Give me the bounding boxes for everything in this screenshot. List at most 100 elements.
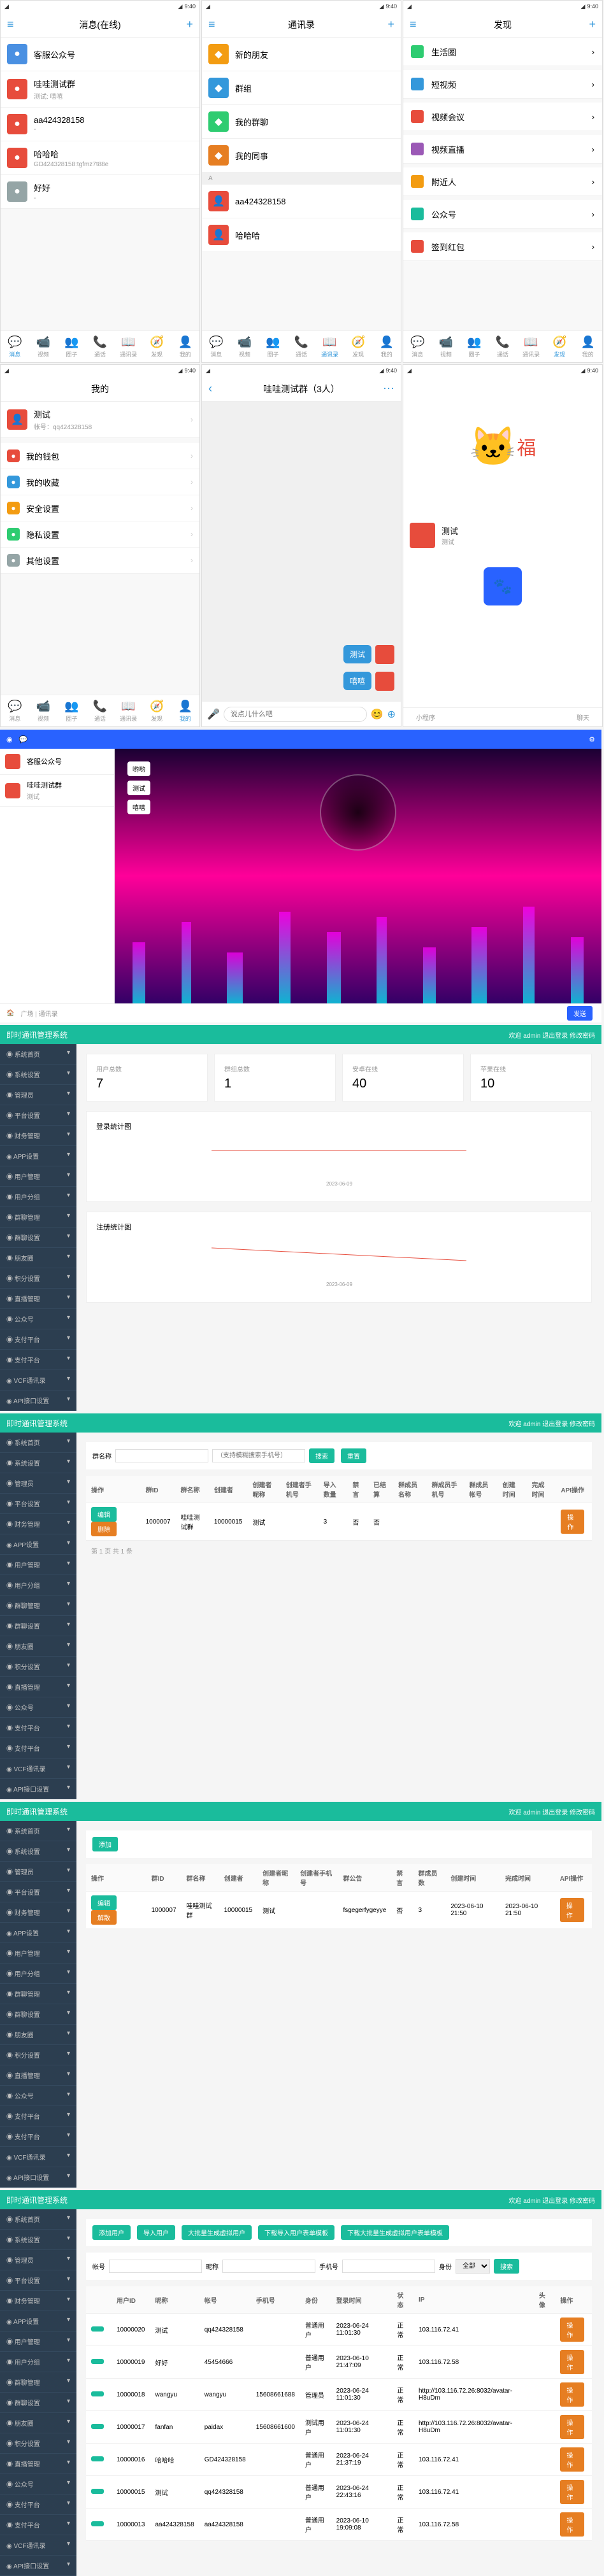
admin-menu-item[interactable]: ◉ 系统首页▾ — [0, 1821, 76, 1841]
table-row[interactable]: 10000017fanfanpaidax15608661600测试用户2023-… — [86, 2411, 592, 2444]
discover-item[interactable]: 视频会议› — [403, 103, 602, 131]
admin-menu-item[interactable]: ◉ 管理员▾ — [0, 1085, 76, 1105]
tab-通话[interactable]: 📞通话 — [287, 331, 316, 362]
admin-menu-item[interactable]: ◉ 群聊设置▾ — [0, 1228, 76, 1248]
tab-视频[interactable]: 📹视频 — [29, 695, 58, 726]
tab-发现[interactable]: 🧭发现 — [143, 331, 171, 362]
tab-通话[interactable]: 📞通话 — [489, 331, 517, 362]
filter-input[interactable] — [212, 1449, 305, 1462]
table-row[interactable]: 10000018wangyuwangyu15608661688管理员2023-0… — [86, 2379, 592, 2411]
tab-通话[interactable]: 📞通话 — [86, 695, 115, 726]
admin-menu-item[interactable]: ◉ 用户管理▾ — [0, 2332, 76, 2352]
admin-menu-item[interactable]: ◉ 公众号▾ — [0, 2086, 76, 2106]
admin-menu-item[interactable]: ◉ 系统设置▾ — [0, 1065, 76, 1085]
action-button[interactable]: 操作 — [560, 2447, 584, 2472]
tab-消息[interactable]: 💬消息 — [1, 331, 29, 362]
message-item[interactable]: ●客服公众号 — [1, 38, 199, 71]
admin-menu-item[interactable]: ◉ 积分设置▾ — [0, 1268, 76, 1289]
discover-item[interactable]: 生活圈› — [403, 38, 602, 66]
action-button[interactable]: 操作 — [560, 2350, 584, 2374]
discover-item[interactable]: 公众号› — [403, 200, 602, 229]
action-button[interactable]: 操作 — [560, 2382, 584, 2407]
action-button[interactable]: 操作 — [560, 2480, 584, 2504]
admin-menu-item[interactable]: ◉ 平台设置▾ — [0, 2270, 76, 2291]
add-icon[interactable]: + — [186, 18, 193, 31]
tab-视频[interactable]: 📹视频 — [432, 331, 461, 362]
admin-menu-item[interactable]: ◉ 朋友圈▾ — [0, 2025, 76, 2045]
search-button[interactable]: 搜索 — [309, 1448, 334, 1463]
mine-menu-item[interactable]: ●我的钱包› — [1, 443, 199, 469]
admin-menu-item[interactable]: ◉ APP设置▾ — [0, 1534, 76, 1555]
tab-圈子[interactable]: 👥圈子 — [460, 331, 489, 362]
table-row[interactable]: 10000015测试qq424328158普通用户2023-06-24 22:4… — [86, 2476, 592, 2509]
admin-menu-item[interactable]: ◉ 用户管理▾ — [0, 1555, 76, 1575]
admin-menu-item[interactable]: ◉ VCF通讯录▾ — [0, 2535, 76, 2556]
message-input[interactable] — [224, 707, 367, 722]
tab-通讯录[interactable]: 📖通讯录 — [114, 331, 143, 362]
admin-menu-item[interactable]: ◉ 管理员▾ — [0, 1862, 76, 1882]
tab-我的[interactable]: 👤我的 — [171, 695, 199, 726]
admin-menu-item[interactable]: ◉ API接口设置▾ — [0, 1391, 76, 1411]
admin-menu-item[interactable]: ◉ 朋友圈▾ — [0, 1636, 76, 1657]
action-button[interactable]: 操作 — [560, 1898, 584, 1922]
action-button[interactable]: 操作 — [560, 2415, 584, 2439]
tab-通话[interactable]: 📞通话 — [86, 331, 115, 362]
menu-icon[interactable]: ≡ — [7, 18, 14, 31]
send-button[interactable]: 发送 — [567, 1006, 593, 1021]
admin-menu-item[interactable]: ◉ 支付平台▾ — [0, 1718, 76, 1738]
tab-发现[interactable]: 🧭发现 — [143, 695, 171, 726]
admin-menu-item[interactable]: ◉ 支付平台▾ — [0, 1738, 76, 1759]
admin-menu-item[interactable]: ◉ 用户分组▾ — [0, 1575, 76, 1596]
admin-menu-item[interactable]: ◉ 朋友圈▾ — [0, 2413, 76, 2433]
admin-menu-item[interactable]: ◉ 系统首页▾ — [0, 1433, 76, 1453]
add-icon[interactable]: + — [589, 18, 596, 31]
dc-side-item[interactable]: 哇哇测试群测试 — [0, 775, 114, 807]
admin-menu-item[interactable]: ◉ API接口设置▾ — [0, 2556, 76, 2576]
action-button[interactable]: 下载大批量生成虚拟用户表单模板 — [341, 2225, 449, 2240]
tab-通讯录[interactable]: 📖通讯录 — [315, 331, 344, 362]
admin-menu-item[interactable]: ◉ 财务管理▾ — [0, 1902, 76, 1923]
admin-menu-item[interactable]: ◉ 支付平台▾ — [0, 2495, 76, 2515]
admin-menu-item[interactable]: ◉ VCF通讯录▾ — [0, 1759, 76, 1779]
admin-menu-item[interactable]: ◉ 用户分组▾ — [0, 1187, 76, 1207]
action-button[interactable]: 添加用户 — [92, 2225, 131, 2240]
contact-item[interactable]: 👤哈哈哈 — [202, 218, 401, 252]
tab-通讯录[interactable]: 📖通讯录 — [517, 331, 545, 362]
admin-menu-item[interactable]: ◉ 用户管理▾ — [0, 1166, 76, 1187]
admin-menu-item[interactable]: ◉ 系统设置▾ — [0, 2230, 76, 2250]
tab-发现[interactable]: 🧭发现 — [545, 331, 574, 362]
action-button[interactable]: 操作 — [560, 2318, 584, 2342]
admin-menu-item[interactable]: ◉ 直播管理▾ — [0, 1289, 76, 1309]
back-icon[interactable]: ‹ — [208, 382, 212, 395]
admin-menu-item[interactable]: ◉ VCF通讯录▾ — [0, 1370, 76, 1391]
admin-menu-item[interactable]: ◉ 直播管理▾ — [0, 2065, 76, 2086]
reset-button[interactable]: 重置 — [341, 1448, 366, 1463]
admin-menu-item[interactable]: ◉ 群聊管理▾ — [0, 2372, 76, 2393]
discover-item[interactable]: 视频直播› — [403, 135, 602, 164]
action-button[interactable]: 操作 — [560, 2512, 584, 2537]
admin-menu-item[interactable]: ◉ 群聊设置▾ — [0, 2393, 76, 2413]
menu-icon[interactable]: ≡ — [410, 18, 417, 31]
admin-menu-item[interactable]: ◉ 群聊管理▾ — [0, 1596, 76, 1616]
admin-menu-item[interactable]: ◉ 用户分组▾ — [0, 2352, 76, 2372]
table-row[interactable]: 编辑删除1000007哇哇测试群10000015测试3否否操作 — [86, 1503, 592, 1541]
tab-圈子[interactable]: 👥圈子 — [259, 331, 287, 362]
tab-我的[interactable]: 👤我的 — [372, 331, 401, 362]
admin-menu-item[interactable]: ◉ 群聊管理▾ — [0, 1207, 76, 1228]
admin-menu-item[interactable]: ◉ API接口设置▾ — [0, 2167, 76, 2188]
tab-视频[interactable]: 📹视频 — [231, 331, 259, 362]
tab-通讯录[interactable]: 📖通讯录 — [114, 695, 143, 726]
tab-消息[interactable]: 💬消息 — [1, 695, 29, 726]
mine-menu-item[interactable]: ●其他设置› — [1, 548, 199, 574]
admin-menu-item[interactable]: ◉ 积分设置▾ — [0, 1657, 76, 1677]
add-button[interactable]: 添加 — [92, 1837, 118, 1851]
message-item[interactable]: ●哇哇测试群测试: 嘻嘻 — [1, 71, 199, 108]
admin-menu-item[interactable]: ◉ 支付平台▾ — [0, 2127, 76, 2147]
admin-menu-item[interactable]: ◉ 用户分组▾ — [0, 1964, 76, 1984]
settings-icon[interactable]: ⚙ — [589, 735, 595, 744]
discover-item[interactable]: 签到红包› — [403, 232, 602, 261]
search-input[interactable] — [115, 1449, 208, 1462]
admin-menu-item[interactable]: ◉ 群聊管理▾ — [0, 1984, 76, 2004]
admin-menu-item[interactable]: ◉ 平台设置▾ — [0, 1105, 76, 1126]
discover-item[interactable]: 附近人› — [403, 167, 602, 196]
